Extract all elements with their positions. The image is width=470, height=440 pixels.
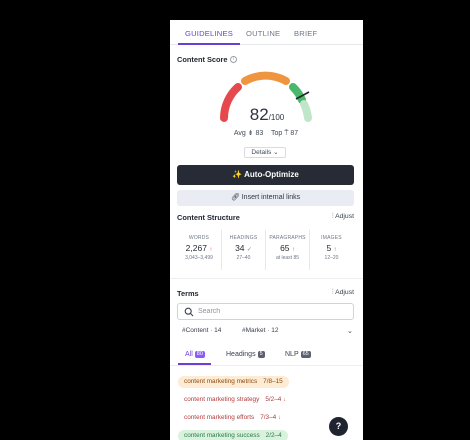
chevron-down-icon[interactable]: ⌄ [347, 327, 353, 335]
terms-title: Terms [177, 289, 199, 298]
avg-label: Avg [233, 130, 246, 137]
tag-market[interactable]: #Market · 12 [242, 327, 279, 334]
count-badge: 80 [194, 351, 205, 358]
arrow-up-icon: ↑ [209, 247, 213, 253]
active-tab-indicator [178, 43, 240, 45]
term-item[interactable]: content marketing strategy 5/2–4 ↓ [178, 394, 293, 406]
stat-value: 65 [280, 243, 290, 253]
avg-value: 83 [255, 130, 264, 137]
subtab-label: NLP [285, 351, 299, 358]
term-text: content marketing strategy [184, 396, 260, 403]
check-icon: ✓ [246, 247, 252, 253]
term-item[interactable]: content marketing metrics 7/8–15 [178, 376, 289, 388]
stat-range: 3,043–3,499 [185, 255, 213, 261]
panel-tabs: GUIDELINES OUTLINE BRIEF [170, 20, 363, 45]
score-max: /100 [268, 113, 285, 122]
content-score-title: Content Score [177, 55, 228, 64]
chevron-down-icon: ⌄ [273, 149, 279, 156]
guidelines-panel: GUIDELINES OUTLINE BRIEF Content Score i… [170, 20, 363, 440]
sliders-icon: ⫶ [331, 213, 334, 220]
top-arrow-icon: ⍑ [284, 130, 289, 137]
tab-brief[interactable]: BRIEF [294, 29, 317, 38]
arrow-down-icon: ↓ [278, 415, 281, 421]
tab-outline[interactable]: OUTLINE [246, 29, 280, 38]
adjust-label: Adjust [335, 289, 354, 296]
sliders-icon: ⫶ [331, 289, 334, 296]
count-badge: 65 [300, 351, 311, 358]
score-value: 82 [249, 105, 269, 124]
tag-content[interactable]: #Content · 14 [182, 327, 221, 334]
adjust-label: Adjust [335, 213, 354, 220]
term-count: 5/2–4 [265, 396, 282, 403]
help-button[interactable]: ? [329, 417, 348, 436]
terms-adjust-button[interactable]: ⫶ Adjust [332, 289, 354, 297]
term-count: 2/2–4 [265, 432, 282, 439]
stat-value: 5 [326, 243, 332, 253]
gauge-segment-mid [241, 71, 290, 85]
score-readout: 82/100 [226, 105, 308, 125]
stat-range: 27–40 [236, 255, 251, 261]
link-icon: 🔗︎ [230, 194, 240, 201]
subtab-label: All [185, 351, 193, 358]
term-count: 7/8–15 [263, 378, 283, 385]
search-icon [184, 307, 194, 317]
terms-search[interactable] [177, 303, 354, 320]
stat-range: at least 85 [275, 255, 300, 261]
stat-label: WORDS [188, 235, 210, 241]
stat-range: 12–20 [324, 255, 339, 261]
term-text: content marketing metrics [184, 378, 258, 385]
stat-paragraphs: PARAGRAPHS 65 ↑ at least 85 [265, 230, 309, 270]
auto-optimize-label: Auto-Optimize [244, 170, 299, 179]
arrow-up-icon: ↑ [333, 247, 337, 253]
avg-arrows-icon: ⇟ [247, 130, 254, 137]
tab-guidelines[interactable]: GUIDELINES [185, 29, 233, 38]
content-structure-title: Content Structure [177, 213, 240, 222]
arrow-up-icon: ↑ [291, 247, 295, 253]
auto-optimize-button[interactable]: ✨ Auto-Optimize [177, 165, 354, 185]
stat-value: 34 [235, 243, 245, 253]
section-divider [170, 278, 363, 279]
arrow-down-icon: ↓ [283, 397, 287, 403]
stat-label: HEADINGS [229, 235, 258, 241]
stat-label: PARAGRAPHS [269, 235, 306, 241]
term-text: content marketing efforts [184, 414, 255, 421]
term-count: 7/3–4 [260, 414, 277, 421]
search-input[interactable] [198, 306, 348, 317]
insert-internal-links-button[interactable]: 🔗︎ Insert internal links [177, 190, 354, 206]
subtab-headings[interactable]: Headings 5 [226, 351, 265, 358]
subtab-nlp[interactable]: NLP 65 [285, 351, 311, 358]
structure-stats: WORDS 2,267 ↑ 3,043–3,499 HEADINGS 34 ✓ … [177, 230, 354, 270]
stat-label: IMAGES [321, 235, 342, 241]
subtab-label: Headings [226, 351, 256, 358]
term-item[interactable]: content marketing success 2/2–4 [178, 430, 288, 440]
stat-images: IMAGES 5 ↑ 12–20 [309, 230, 353, 270]
count-badge: 5 [257, 351, 265, 358]
term-item[interactable]: content marketing efforts 7/3–4 ↓ [178, 412, 287, 424]
structure-adjust-button[interactable]: ⫶ Adjust [332, 213, 354, 221]
details-button[interactable]: Details ⌄ [244, 147, 286, 158]
details-label: Details [251, 149, 272, 156]
stat-value: 2,267 [185, 243, 207, 253]
info-icon[interactable]: i [230, 56, 237, 63]
stat-headings: HEADINGS 34 ✓ 27–40 [221, 230, 265, 270]
stat-words: WORDS 2,267 ↑ 3,043–3,499 [177, 230, 221, 270]
subtab-divider [170, 365, 363, 366]
subtab-all[interactable]: All 80 [185, 351, 205, 358]
avg-top-row: Avg ⇟ 83 Top ⍑ 87 [210, 129, 322, 138]
insert-links-label: Insert internal links [241, 194, 301, 201]
top-value: 87 [290, 130, 299, 137]
term-text: content marketing success [184, 432, 260, 439]
top-label: Top [270, 130, 283, 137]
sparkle-icon: ✨ [232, 170, 243, 179]
